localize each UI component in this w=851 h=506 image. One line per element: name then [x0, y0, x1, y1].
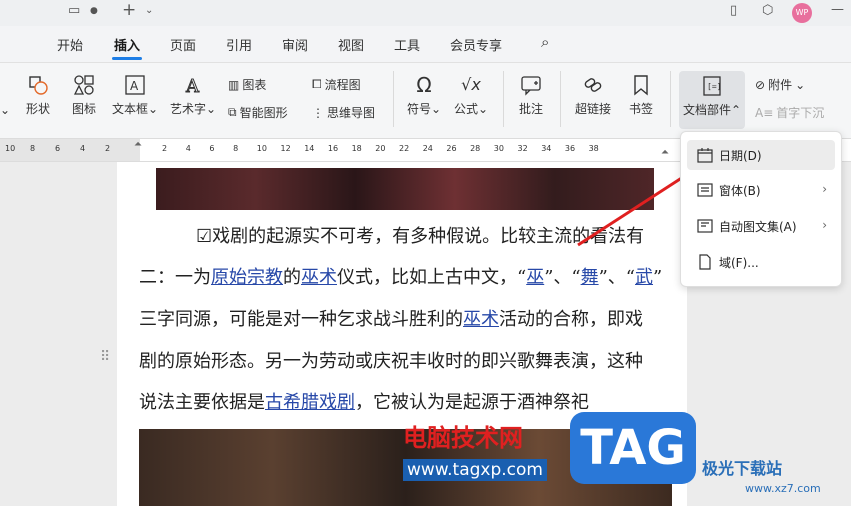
field-icon — [699, 254, 711, 270]
menu-item-form[interactable]: 窗体(B) › — [687, 175, 835, 205]
menu-item-date[interactable]: 日期(D) — [687, 140, 835, 170]
watermark-title: 电脑技术网 — [403, 424, 523, 452]
autotext-icon — [697, 219, 713, 233]
tag-logo: TAG — [570, 412, 696, 484]
calendar-icon — [697, 148, 713, 163]
document-parts-menu: 日期(D) 窗体(B) › 自动图文集(A) › 域(F)... — [680, 131, 842, 287]
site-url: www.xz7.com — [745, 482, 821, 495]
chevron-right-icon: › — [822, 182, 827, 196]
site-name: 极光下载站 — [702, 459, 783, 478]
chevron-right-icon: › — [822, 218, 827, 232]
menu-item-field[interactable]: 域(F)... — [687, 247, 835, 277]
form-icon — [697, 183, 713, 197]
menu-item-autotext[interactable]: 自动图文集(A) › — [687, 211, 835, 241]
watermark-url: www.tagxp.com — [403, 459, 547, 481]
